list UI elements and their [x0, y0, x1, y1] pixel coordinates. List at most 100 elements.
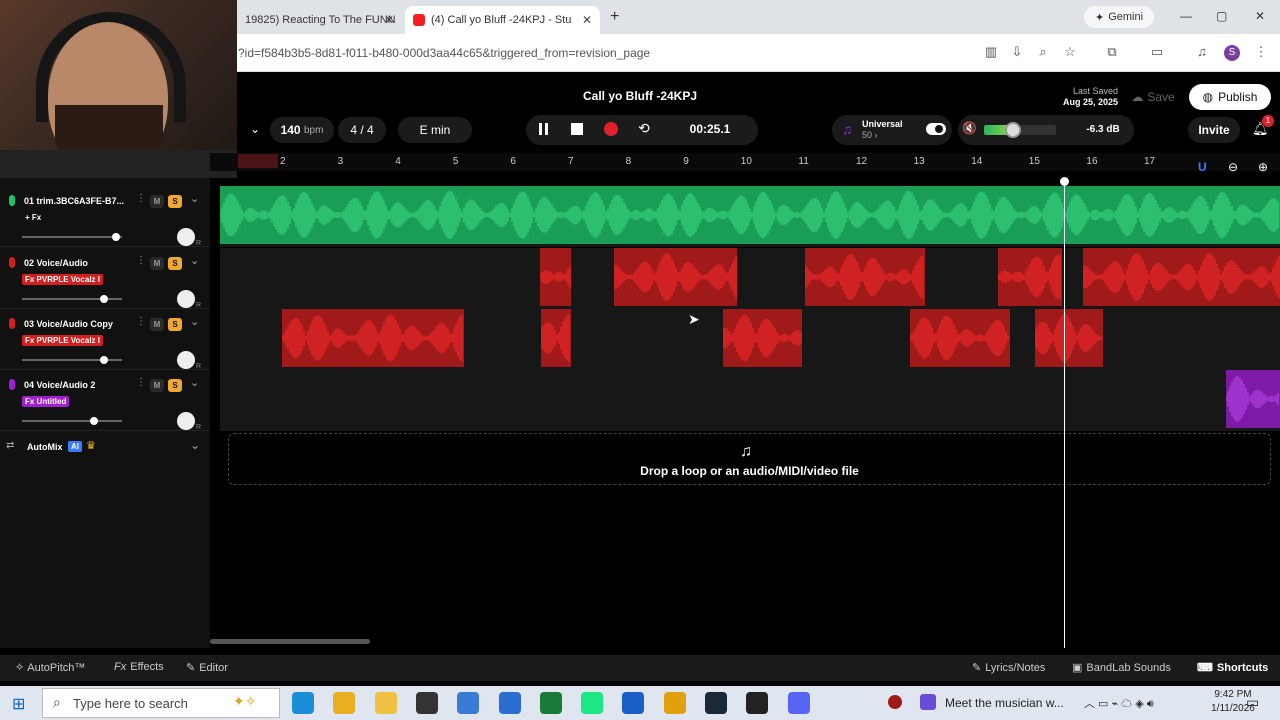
track-name[interactable]: 04 Voice/Audio 2	[24, 380, 95, 390]
media-icon[interactable]: ♫	[1195, 45, 1209, 59]
steam-icon[interactable]	[705, 692, 727, 714]
drag-handle-icon[interactable]: ⋮	[136, 316, 146, 327]
audio-clip[interactable]	[282, 309, 464, 367]
pan-knob[interactable]	[177, 228, 195, 246]
track-header[interactable]: 02 Voice/Audio Fx PVRPLE Vocalz I ⋮ M S ⌄ R	[0, 248, 210, 309]
url-text[interactable]: ?id=f584b3b5-8d81-f011-b480-000d3aa44c65…	[238, 46, 650, 60]
edge-icon[interactable]	[292, 692, 314, 714]
notification-center-icon[interactable]: ▭	[1246, 694, 1259, 711]
loop-icon[interactable]: ⟲	[638, 120, 650, 137]
pan-knob[interactable]	[177, 351, 195, 369]
audio-clip[interactable]	[1226, 370, 1280, 428]
track-header[interactable]: 04 Voice/Audio 2 Fx Untitled ⋮ M S ⌄ R	[0, 370, 210, 431]
mail-icon[interactable]	[498, 692, 521, 714]
pan-knob[interactable]	[177, 290, 195, 308]
audio-clip[interactable]	[541, 309, 571, 367]
autopitch-button[interactable]: ⟡ AutoPitch™	[16, 661, 85, 674]
track-header[interactable]: 03 Voice/Audio Copy Fx PVRPLE Vocalz I ⋮ M S…	[0, 309, 210, 370]
track-header[interactable]: 01 trim.3BC6A3FE-B7... + Fx ⋮ M S ⌄ R	[0, 186, 210, 247]
track-name[interactable]: 01 trim.3BC6A3FE-B7...	[24, 196, 124, 206]
track-fx-chip[interactable]: + Fx	[22, 212, 44, 223]
pan-knob[interactable]	[177, 412, 195, 430]
chevron-down-icon[interactable]: ⌄	[190, 254, 199, 267]
close-icon[interactable]: ✕	[384, 13, 394, 27]
project-title[interactable]: Call yo Bluff -24KPJ	[540, 89, 740, 103]
stop-icon[interactable]	[571, 123, 583, 135]
bandlab-sounds-button[interactable]: ▣ BandLab Sounds	[1072, 661, 1171, 675]
minimize-icon[interactable]: —	[1180, 9, 1192, 23]
roblox-icon[interactable]	[663, 692, 686, 714]
windows-start-icon[interactable]: ⊞	[12, 694, 25, 714]
solo-button[interactable]: S	[168, 257, 182, 270]
new-tab-icon[interactable]: +	[610, 8, 619, 26]
close-icon[interactable]: ✕	[582, 13, 592, 27]
audio-clip[interactable]	[540, 248, 571, 306]
sidebar-icon[interactable]: ▭	[1150, 45, 1164, 59]
chevron-down-icon[interactable]: ⌄	[250, 122, 260, 136]
speaker-mute-icon[interactable]: 🔇	[962, 121, 977, 135]
track-fx-chip[interactable]: Fx PVRPLE Vocalz I	[22, 335, 103, 346]
epic-icon[interactable]	[746, 692, 769, 714]
solo-button[interactable]: S	[168, 379, 182, 392]
obs-icon[interactable]	[415, 692, 438, 714]
time-signature[interactable]: 4 / 4	[338, 117, 386, 143]
playhead[interactable]	[1064, 178, 1065, 648]
mute-button[interactable]: M	[150, 379, 164, 392]
audio-clip[interactable]	[1035, 309, 1103, 367]
track-lane[interactable]	[220, 370, 1280, 431]
zoom-icon[interactable]: ⌕	[1036, 45, 1050, 59]
chevron-down-icon[interactable]: ⌄	[190, 438, 200, 452]
file-explorer-icon[interactable]	[374, 692, 397, 714]
chevron-down-icon[interactable]: ⌄	[190, 192, 199, 205]
audio-clip[interactable]	[1083, 248, 1280, 306]
track-volume-slider[interactable]	[22, 236, 122, 238]
tab-reacting[interactable]: 19825) Reacting To The FUNN ✕	[237, 6, 402, 34]
universal-toggle[interactable]	[926, 123, 946, 135]
extensions-icon[interactable]: ⧉	[1105, 45, 1119, 59]
track-name[interactable]: 03 Voice/Audio Copy	[24, 319, 113, 329]
audio-clip[interactable]	[723, 309, 802, 367]
drag-handle-icon[interactable]: ⋮	[136, 377, 146, 388]
shortcuts-button[interactable]: ⌨ Shortcuts	[1197, 661, 1268, 675]
taskbar-search[interactable]: ⌕ Type here to search ✦✧	[42, 688, 280, 718]
volume-slider[interactable]	[984, 122, 1056, 138]
gemini-button[interactable]: ✦ Gemini	[1084, 6, 1154, 28]
track-volume-thumb[interactable]	[100, 295, 108, 303]
drag-handle-icon[interactable]: ⋮	[136, 255, 146, 266]
tray-icons[interactable]: ︿ ▭ ⌁ ☁ ◈ 🔊︎	[1084, 695, 1154, 711]
mute-button[interactable]: M	[150, 318, 164, 331]
tab-studio[interactable]: (4) Call yo Bluff -24KPJ - Stu ✕	[405, 6, 600, 34]
volume-thumb[interactable]	[1004, 122, 1021, 138]
key-selector[interactable]: E min	[398, 117, 472, 143]
notepad-icon[interactable]	[622, 692, 645, 714]
track-name[interactable]: 02 Voice/Audio	[24, 258, 88, 268]
track-volume-thumb[interactable]	[90, 417, 98, 425]
invite-button[interactable]: Invite	[1188, 117, 1240, 143]
store-icon[interactable]	[457, 692, 480, 714]
track-volume-thumb[interactable]	[100, 356, 108, 364]
news-widget[interactable]: Meet the musician w...	[945, 696, 1064, 710]
reader-icon[interactable]: ▥	[984, 45, 998, 59]
xbox-icon[interactable]	[539, 692, 562, 714]
horizontal-scrollbar[interactable]	[210, 639, 370, 644]
record-icon[interactable]	[604, 122, 618, 136]
audio-clip[interactable]	[220, 186, 1280, 244]
bookmark-star-icon[interactable]: ☆	[1063, 45, 1077, 59]
bpm-control[interactable]: 140 bpm	[270, 117, 334, 143]
mute-button[interactable]: M	[150, 195, 164, 208]
window-close-icon[interactable]: ✕	[1255, 9, 1265, 23]
discord-icon[interactable]	[787, 692, 810, 714]
audio-clip[interactable]	[998, 248, 1062, 306]
loop-region[interactable]	[238, 154, 278, 168]
audio-clip[interactable]	[805, 248, 925, 306]
automix-row[interactable]: ⇄ AutoMix AI ♛ ⌄	[0, 438, 210, 458]
track-volume-thumb[interactable]	[112, 233, 120, 241]
playhead-handle[interactable]	[1060, 177, 1069, 186]
editor-button[interactable]: ✎ Editor	[186, 661, 228, 675]
menu-dots-icon[interactable]: ⋮	[1254, 45, 1268, 59]
chevron-down-icon[interactable]: ⌄	[190, 315, 199, 328]
solo-button[interactable]: S	[168, 195, 182, 208]
effects-button[interactable]: Fx Effects	[114, 661, 164, 673]
drag-handle-icon[interactable]: ⋮	[136, 193, 146, 204]
solo-button[interactable]: S	[168, 318, 182, 331]
